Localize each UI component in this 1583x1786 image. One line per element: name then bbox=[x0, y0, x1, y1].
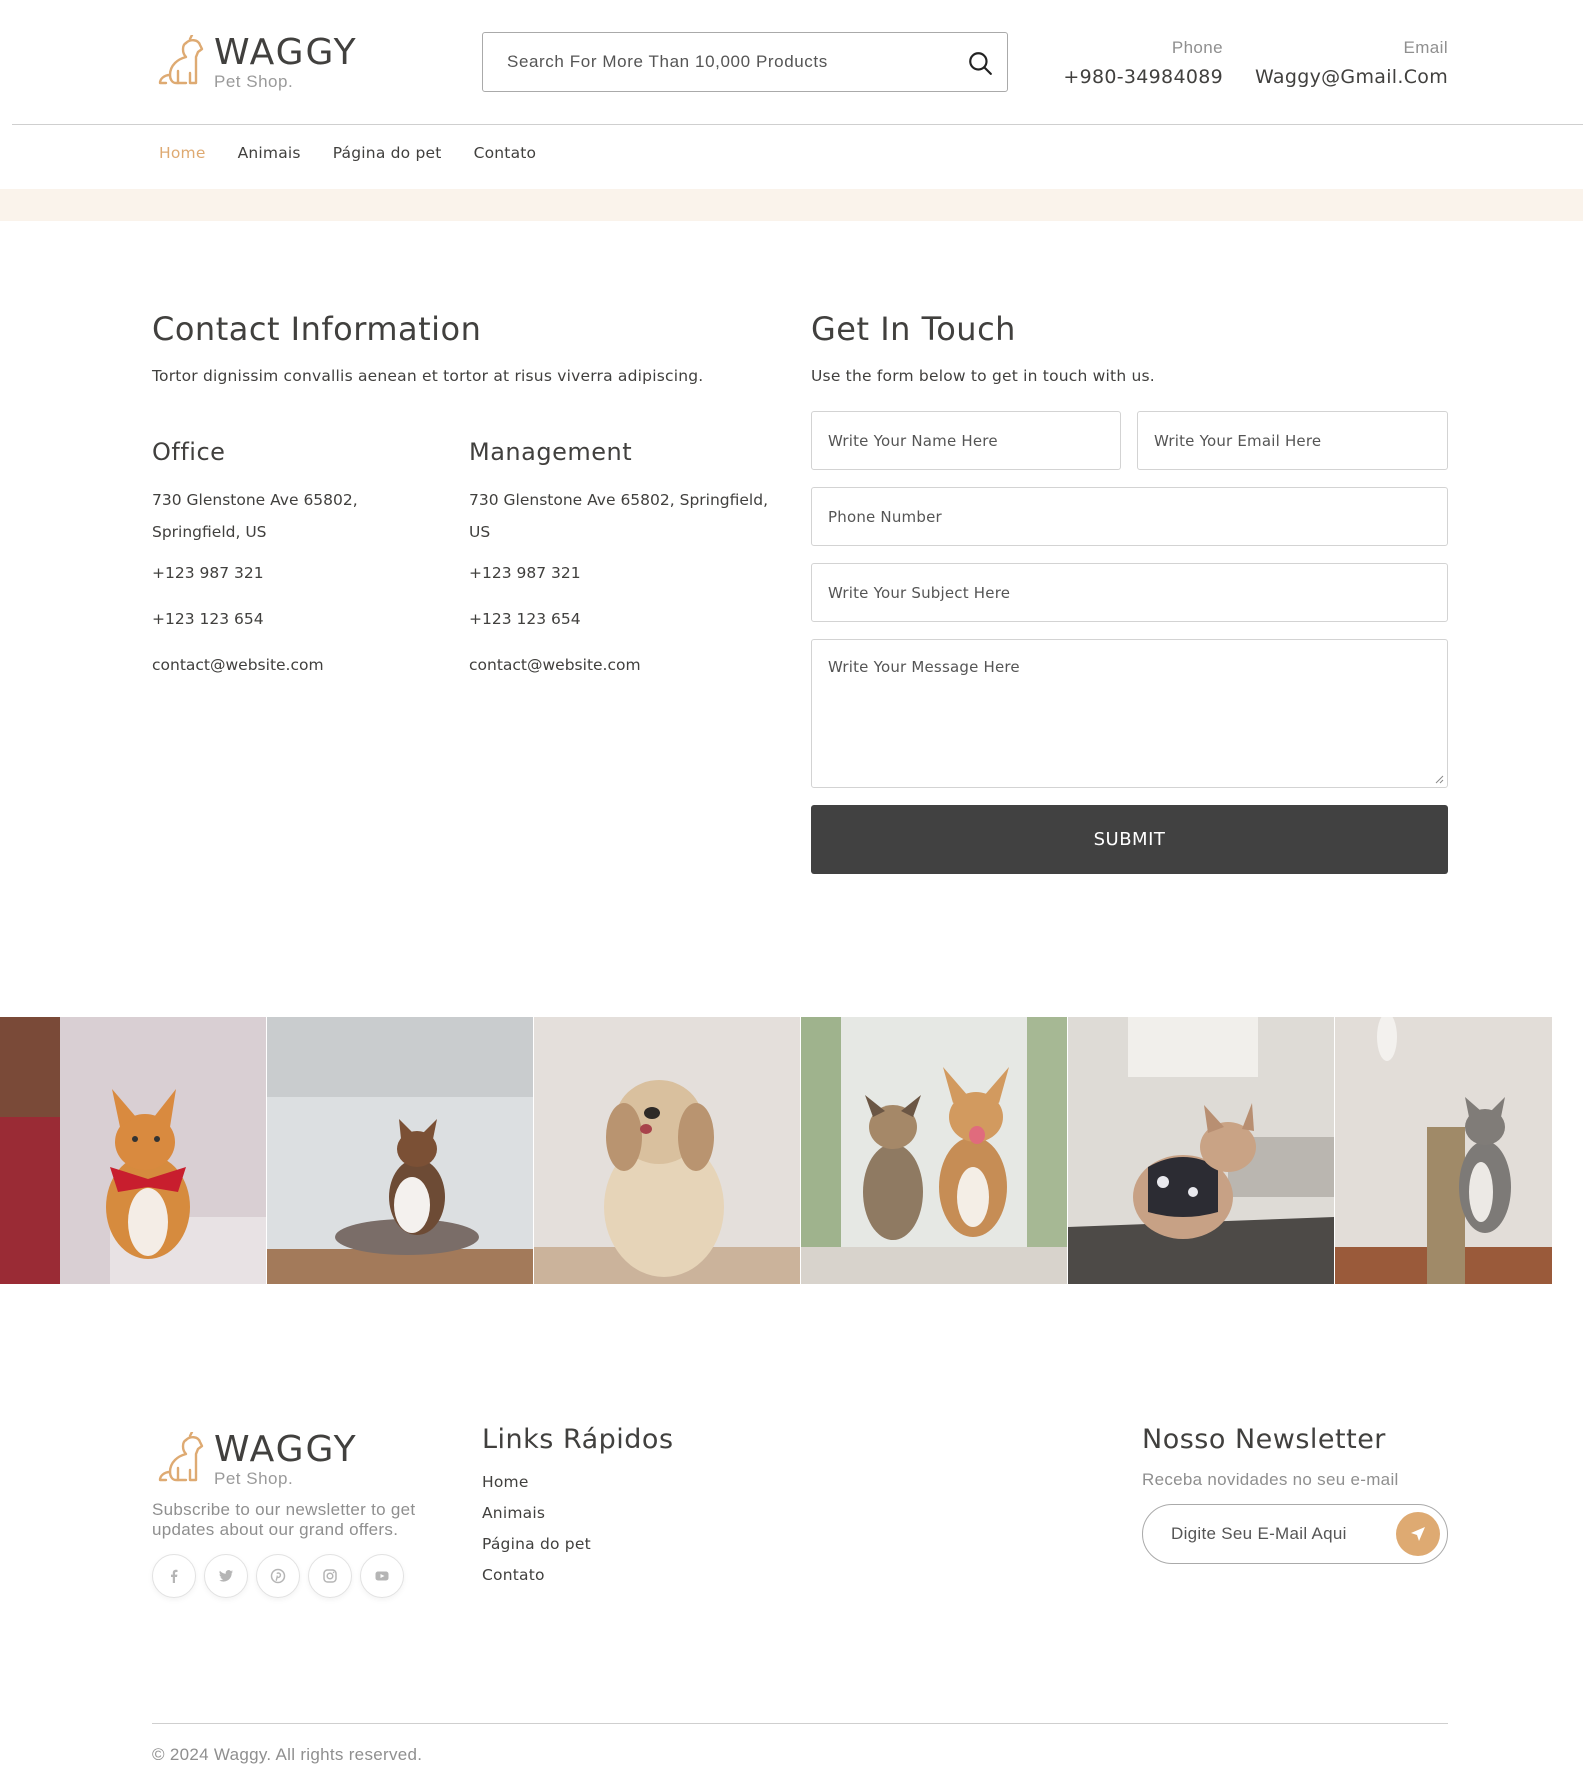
contact-info-title: Contact Information bbox=[152, 310, 482, 348]
email-field[interactable] bbox=[1138, 412, 1447, 469]
quick-links: Home Animais Página do pet Contato bbox=[482, 1473, 591, 1597]
footer-description: Subscribe to our newsletter to get updat… bbox=[152, 1500, 416, 1539]
gallery-image-french-bulldog[interactable] bbox=[1068, 1017, 1334, 1284]
page-banner-strip bbox=[0, 189, 1583, 221]
footer-link-contato[interactable]: Contato bbox=[482, 1566, 591, 1584]
message-field-wrap bbox=[811, 639, 1448, 788]
office-title: Office bbox=[152, 438, 226, 466]
kitten-photo bbox=[1335, 1017, 1552, 1284]
management-block: Management 730 Glenstone Ave 65802, Spri… bbox=[469, 438, 779, 674]
newsletter-form bbox=[1142, 1504, 1448, 1564]
facebook-icon bbox=[171, 1569, 178, 1583]
header-phone: Phone +980-34984089 bbox=[1063, 38, 1223, 88]
instagram-link[interactable] bbox=[308, 1554, 352, 1598]
twitter-icon bbox=[219, 1570, 233, 1582]
search-input[interactable] bbox=[507, 33, 947, 91]
footer-divider bbox=[152, 1723, 1448, 1724]
email-label: Email bbox=[1403, 38, 1448, 57]
resize-handle-icon[interactable] bbox=[1434, 774, 1444, 784]
office-phone-2: +123 123 654 bbox=[152, 610, 264, 628]
newsletter-title: Nosso Newsletter bbox=[1142, 1424, 1386, 1455]
footer-brand-logo[interactable]: WAGGY Pet Shop. bbox=[156, 1432, 358, 1487]
gallery-image-cat-bed[interactable] bbox=[267, 1017, 533, 1284]
management-phone-1: +123 987 321 bbox=[469, 564, 581, 582]
search-bar bbox=[482, 32, 1008, 92]
gallery-image-cat-bandana[interactable] bbox=[0, 1017, 266, 1284]
subject-field-wrap bbox=[811, 563, 1448, 622]
dog-logo-icon bbox=[158, 35, 204, 85]
pet-gallery bbox=[0, 1017, 1583, 1284]
management-address: 730 Glenstone Ave 65802, Springfield, US bbox=[469, 491, 768, 541]
gallery-image-kitten-post[interactable] bbox=[1335, 1017, 1552, 1284]
management-phone-2: +123 123 654 bbox=[469, 610, 581, 628]
email-field-wrap bbox=[1137, 411, 1448, 470]
copyright-text: © 2024 Waggy. All rights reserved. bbox=[152, 1745, 423, 1764]
search-icon[interactable] bbox=[967, 50, 993, 76]
site-header: WAGGY Pet Shop. Phone +980-34984089 Emai… bbox=[0, 0, 1583, 124]
gallery-image-fluffy-dog[interactable] bbox=[534, 1017, 800, 1284]
header-email: Email Waggy@Gmail.Com bbox=[1255, 38, 1448, 88]
footer-link-pagina-do-pet[interactable]: Página do pet bbox=[482, 1535, 591, 1553]
newsletter-send-button[interactable] bbox=[1396, 1512, 1440, 1556]
youtube-link[interactable] bbox=[360, 1554, 404, 1598]
office-phone-1: +123 987 321 bbox=[152, 564, 264, 582]
pinterest-link[interactable] bbox=[256, 1554, 300, 1598]
phone-field-wrap bbox=[811, 487, 1448, 546]
quick-links-title: Links Rápidos bbox=[482, 1424, 674, 1455]
phone-value[interactable]: +980-34984089 bbox=[1063, 66, 1223, 88]
submit-button[interactable]: SUBMIT bbox=[811, 805, 1448, 874]
dog-logo-icon bbox=[158, 1432, 204, 1482]
brand-tagline: Pet Shop. bbox=[214, 72, 294, 91]
name-field-wrap bbox=[811, 411, 1121, 470]
office-email[interactable]: contact@website.com bbox=[152, 656, 442, 674]
office-block: Office 730 Glenstone Ave 65802, Springfi… bbox=[152, 438, 442, 674]
footer-link-animais[interactable]: Animais bbox=[482, 1504, 591, 1522]
phone-label: Phone bbox=[1171, 38, 1223, 57]
header-divider bbox=[12, 124, 1583, 125]
social-links bbox=[152, 1554, 404, 1598]
cat-photo bbox=[0, 1017, 266, 1284]
cat-photo bbox=[267, 1017, 533, 1284]
brand-logo[interactable]: WAGGY Pet Shop. bbox=[156, 35, 358, 90]
pinterest-icon bbox=[270, 1568, 286, 1584]
footer-brand-tagline: Pet Shop. bbox=[214, 1469, 294, 1488]
management-email[interactable]: contact@website.com bbox=[469, 656, 779, 674]
get-in-touch-lead: Use the form below to get in touch with … bbox=[811, 367, 1155, 385]
youtube-icon bbox=[375, 1571, 389, 1581]
instagram-icon bbox=[323, 1569, 337, 1583]
newsletter-email-input[interactable] bbox=[1171, 1505, 1391, 1563]
email-value[interactable]: Waggy@Gmail.Com bbox=[1255, 66, 1448, 88]
nav-item-animais[interactable]: Animais bbox=[238, 144, 301, 162]
phone-field[interactable] bbox=[812, 488, 1447, 545]
message-field[interactable] bbox=[812, 640, 1447, 787]
brand-name: WAGGY bbox=[214, 32, 358, 73]
main-nav: Home Animais Página do pet Contato bbox=[159, 144, 536, 162]
nav-item-pagina-do-pet[interactable]: Página do pet bbox=[333, 144, 442, 162]
newsletter-subtitle: Receba novidades no seu e-mail bbox=[1142, 1470, 1399, 1489]
management-title: Management bbox=[469, 438, 633, 466]
dogs-photo bbox=[801, 1017, 1067, 1284]
nav-item-contato[interactable]: Contato bbox=[474, 144, 537, 162]
twitter-link[interactable] bbox=[204, 1554, 248, 1598]
office-address: 730 Glenstone Ave 65802, Springfield, US bbox=[152, 491, 358, 541]
contact-info-lead: Tortor dignissim convallis aenean et tor… bbox=[152, 367, 704, 385]
dog-photo bbox=[1068, 1017, 1334, 1284]
send-arrow-icon bbox=[1411, 1527, 1425, 1541]
name-field[interactable] bbox=[812, 412, 1120, 469]
get-in-touch-title: Get In Touch bbox=[811, 310, 1016, 348]
footer-link-home[interactable]: Home bbox=[482, 1473, 591, 1491]
facebook-link[interactable] bbox=[152, 1554, 196, 1598]
dog-photo bbox=[534, 1017, 800, 1284]
footer-brand-name: WAGGY bbox=[214, 1429, 358, 1470]
nav-item-home[interactable]: Home bbox=[159, 144, 206, 162]
gallery-image-two-dogs[interactable] bbox=[801, 1017, 1067, 1284]
subject-field[interactable] bbox=[812, 564, 1447, 621]
